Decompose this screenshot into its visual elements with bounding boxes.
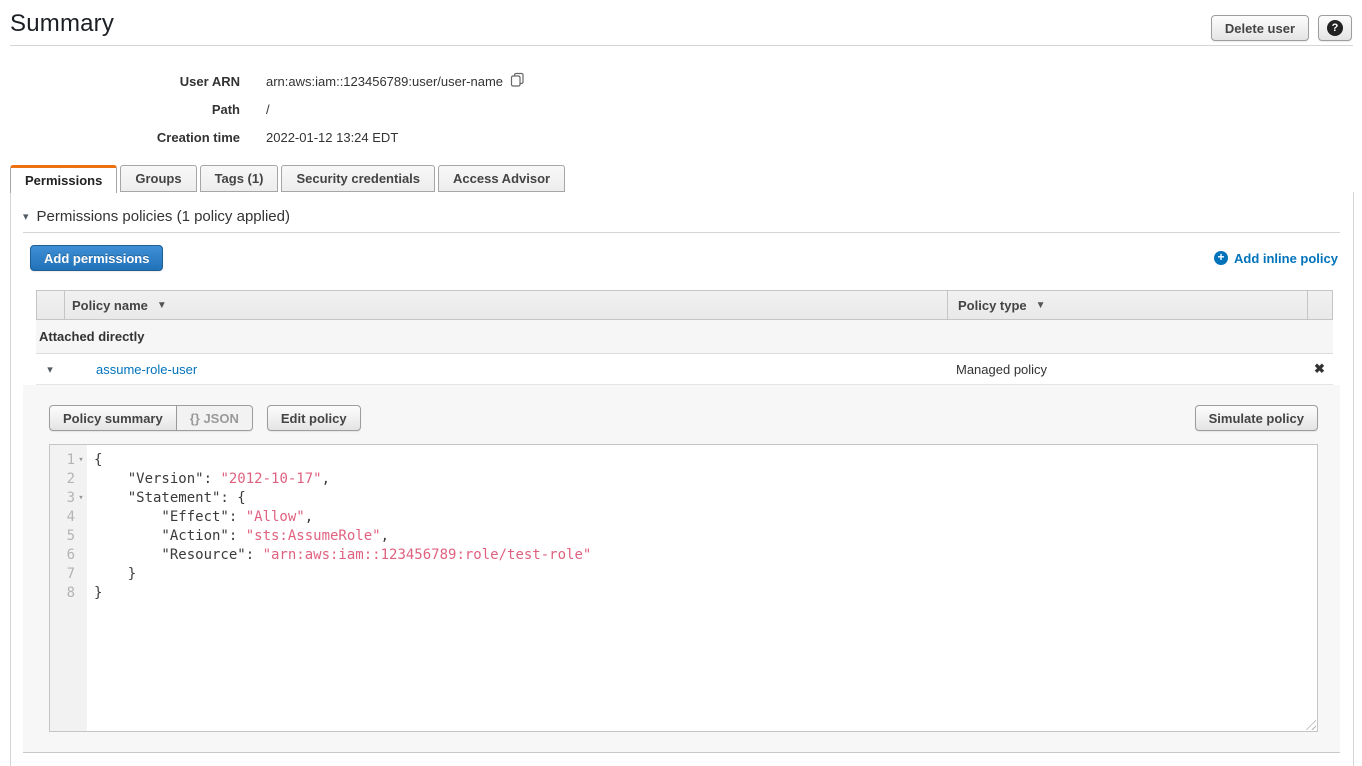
- user-arn-value: arn:aws:iam::123456789:user/user-name: [266, 74, 503, 89]
- field-row-user-arn: User ARN arn:aws:iam::123456789:user/use…: [0, 67, 1362, 95]
- permissions-tab-panel: ▾ Permissions policies (1 policy applied…: [10, 192, 1354, 766]
- code-line[interactable]: "Statement": {: [94, 489, 1317, 508]
- line-number: 5: [50, 527, 87, 546]
- code-line[interactable]: "Effect": "Allow",: [94, 508, 1317, 527]
- policy-table-header: Policy name ▼ Policy type ▼: [36, 290, 1333, 320]
- editor-gutter: 1▾23▾45678: [50, 445, 87, 731]
- sort-caret-icon: ▼: [157, 300, 167, 311]
- creation-time-value: 2022-01-12 13:24 EDT: [266, 130, 398, 145]
- line-number: 8: [50, 584, 87, 603]
- line-number: 6: [50, 546, 87, 565]
- code-line[interactable]: {: [94, 451, 1317, 470]
- delete-user-button[interactable]: Delete user: [1211, 15, 1309, 41]
- policy-json-editor[interactable]: 1▾23▾45678 { "Version": "2012-10-17", "S…: [49, 444, 1318, 732]
- edit-policy-button[interactable]: Edit policy: [267, 405, 361, 431]
- field-row-path: Path /: [0, 95, 1362, 123]
- path-value: /: [266, 102, 270, 117]
- sort-caret-icon: ▼: [1036, 300, 1046, 311]
- collapse-caret-icon: ▾: [23, 210, 29, 223]
- policy-table: Policy name ▼ Policy type ▼ Attached dir…: [36, 290, 1333, 385]
- add-permissions-button[interactable]: Add permissions: [30, 245, 163, 271]
- line-number: 2: [50, 470, 87, 489]
- simulate-policy-button[interactable]: Simulate policy: [1195, 405, 1318, 431]
- detach-policy-x-icon[interactable]: ✖: [1314, 361, 1325, 377]
- section-divider: [23, 232, 1340, 233]
- section-title: Permissions policies (1 policy applied): [37, 208, 290, 225]
- policy-name-link[interactable]: assume-role-user: [96, 362, 197, 377]
- permissions-policies-section-header[interactable]: ▾ Permissions policies (1 policy applied…: [23, 192, 1340, 225]
- tab-groups[interactable]: Groups: [120, 165, 196, 192]
- policy-view-toggle: Policy summary {} JSON: [49, 405, 253, 431]
- help-button[interactable]: ?: [1318, 15, 1352, 41]
- field-label: Creation time: [0, 130, 240, 145]
- code-line[interactable]: "Resource": "arn:aws:iam::123456789:role…: [94, 546, 1317, 565]
- policy-type-value: Managed policy: [956, 362, 1047, 377]
- policy-name-column-header[interactable]: Policy name ▼: [65, 291, 947, 319]
- row-expand-caret-icon[interactable]: ▾: [36, 363, 64, 376]
- code-line[interactable]: }: [94, 565, 1317, 584]
- code-line[interactable]: "Version": "2012-10-17",: [94, 470, 1317, 489]
- fold-toggle[interactable]: 1▾: [50, 451, 87, 470]
- header-divider: [10, 45, 1353, 46]
- expand-column-header: [37, 291, 65, 319]
- tab-bar: Permissions Groups Tags (1) Security cre…: [0, 165, 1362, 192]
- code-line[interactable]: "Action": "sts:AssumeRole",: [94, 527, 1317, 546]
- editor-code[interactable]: { "Version": "2012-10-17", "Statement": …: [87, 445, 1317, 731]
- copy-icon[interactable]: [510, 72, 525, 90]
- page-title: Summary: [10, 10, 1352, 38]
- policy-summary-button[interactable]: Policy summary: [49, 405, 177, 431]
- actions-column-header: [1307, 291, 1332, 319]
- policy-type-column-header[interactable]: Policy type ▼: [947, 291, 1307, 319]
- question-mark-icon: ?: [1327, 20, 1343, 36]
- tab-access-advisor[interactable]: Access Advisor: [438, 165, 565, 192]
- user-summary-fields: User ARN arn:aws:iam::123456789:user/use…: [0, 67, 1362, 151]
- policy-detail-panel: Policy summary {} JSON Edit policy Simul…: [23, 385, 1340, 753]
- page-header: Summary Delete user ?: [0, 0, 1362, 38]
- code-line[interactable]: }: [94, 584, 1317, 603]
- field-label: Path: [0, 102, 240, 117]
- tab-security-credentials[interactable]: Security credentials: [281, 165, 435, 192]
- field-label: User ARN: [0, 74, 240, 89]
- tab-tags[interactable]: Tags (1): [200, 165, 279, 192]
- field-row-creation-time: Creation time 2022-01-12 13:24 EDT: [0, 123, 1362, 151]
- tab-permissions[interactable]: Permissions: [10, 165, 117, 193]
- attached-directly-group-row: Attached directly: [36, 320, 1333, 354]
- line-number: 4: [50, 508, 87, 527]
- plus-circle-icon: +: [1214, 251, 1228, 265]
- fold-toggle[interactable]: 3▾: [50, 489, 87, 508]
- json-view-button[interactable]: {} JSON: [177, 405, 253, 431]
- line-number: 7: [50, 565, 87, 584]
- add-inline-policy-link[interactable]: + Add inline policy: [1214, 251, 1338, 266]
- table-row: ▾ assume-role-user Managed policy ✖: [36, 354, 1333, 385]
